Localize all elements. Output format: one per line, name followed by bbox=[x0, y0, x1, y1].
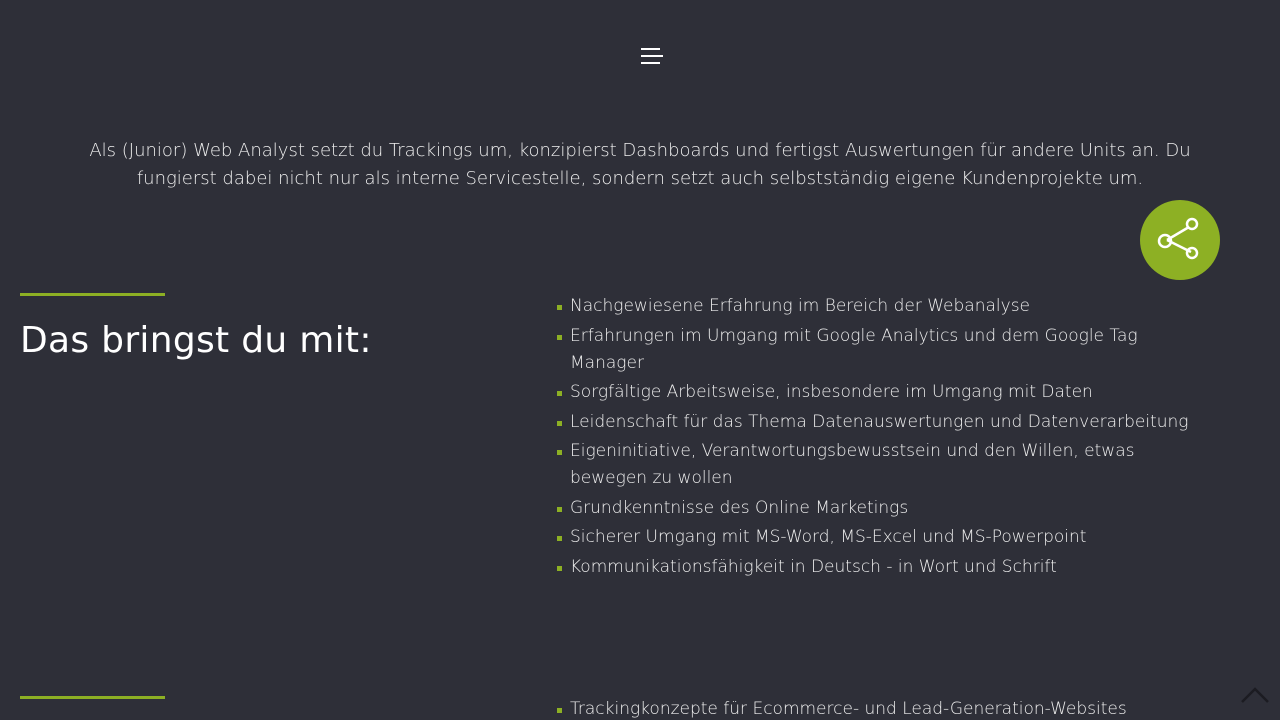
list-item: Grundkenntnisse des Online Marketings bbox=[556, 495, 1216, 522]
list-item: Sorgfältige Arbeitsweise, insbesondere i… bbox=[556, 379, 1216, 406]
list-item: Eigeninitiative, Verantwortungsbewusstse… bbox=[556, 438, 1216, 492]
list-item-text: Erfahrungen im Umgang mit Google Analyti… bbox=[570, 325, 1138, 373]
scroll-to-top-button[interactable] bbox=[1240, 686, 1270, 704]
section-heading: Das bringst du mit: bbox=[20, 320, 372, 361]
list-item: Leidenschaft für das Thema Datenauswertu… bbox=[556, 409, 1216, 436]
list-item: Sicherer Umgang mit MS-Word, MS-Excel un… bbox=[556, 524, 1216, 551]
bullet-icon bbox=[557, 708, 562, 713]
share-button[interactable] bbox=[1140, 200, 1220, 280]
hamburger-menu-icon[interactable] bbox=[640, 46, 664, 66]
section-divider bbox=[20, 696, 165, 699]
bullet-icon bbox=[557, 506, 562, 512]
list-item-text: Grundkenntnisse des Online Marketings bbox=[570, 497, 909, 518]
bullet-icon bbox=[557, 420, 562, 426]
tasks-list: Trackingkonzepte für Ecommerce- und Lead… bbox=[556, 696, 1216, 720]
list-item: Trackingkonzepte für Ecommerce- und Lead… bbox=[556, 696, 1216, 720]
bullet-icon bbox=[557, 450, 562, 455]
intro-text: Als (Junior) Web Analyst setzt du Tracki… bbox=[89, 140, 1191, 189]
list-item-text: Sicherer Umgang mit MS-Word, MS-Excel un… bbox=[570, 527, 1087, 547]
section-divider bbox=[20, 293, 165, 296]
list-item: Erfahrungen im Umgang mit Google Analyti… bbox=[556, 323, 1216, 377]
list-item-text: Sorgfältige Arbeitsweise, insbesondere i… bbox=[570, 382, 1093, 402]
bullet-icon bbox=[557, 565, 562, 571]
list-item-text: Leidenschaft für das Thema Datenauswertu… bbox=[570, 411, 1189, 432]
list-item-text: Eigeninitiative, Verantwortungsbewusstse… bbox=[570, 441, 1135, 488]
share-icon bbox=[1157, 217, 1199, 260]
page: Als (Junior) Web Analyst setzt du Tracki… bbox=[0, 0, 1280, 720]
bullet-icon bbox=[557, 391, 562, 396]
requirements-list: Nachgewiesene Erfahrung im Bereich der W… bbox=[556, 293, 1216, 583]
chevron-up-icon bbox=[1241, 687, 1269, 703]
list-item-text: Kommunikationsfähigkeit in Deutsch - in … bbox=[570, 556, 1057, 577]
bullet-icon bbox=[557, 536, 562, 541]
bullet-icon bbox=[557, 305, 562, 310]
list-item-text: Trackingkonzepte für Ecommerce- und Lead… bbox=[570, 699, 1127, 719]
list-item-text: Nachgewiesene Erfahrung im Bereich der W… bbox=[570, 296, 1031, 316]
list-item: Kommunikationsfähigkeit in Deutsch - in … bbox=[556, 554, 1216, 581]
list-item: Nachgewiesene Erfahrung im Bereich der W… bbox=[556, 293, 1216, 320]
bullet-icon bbox=[557, 334, 562, 340]
